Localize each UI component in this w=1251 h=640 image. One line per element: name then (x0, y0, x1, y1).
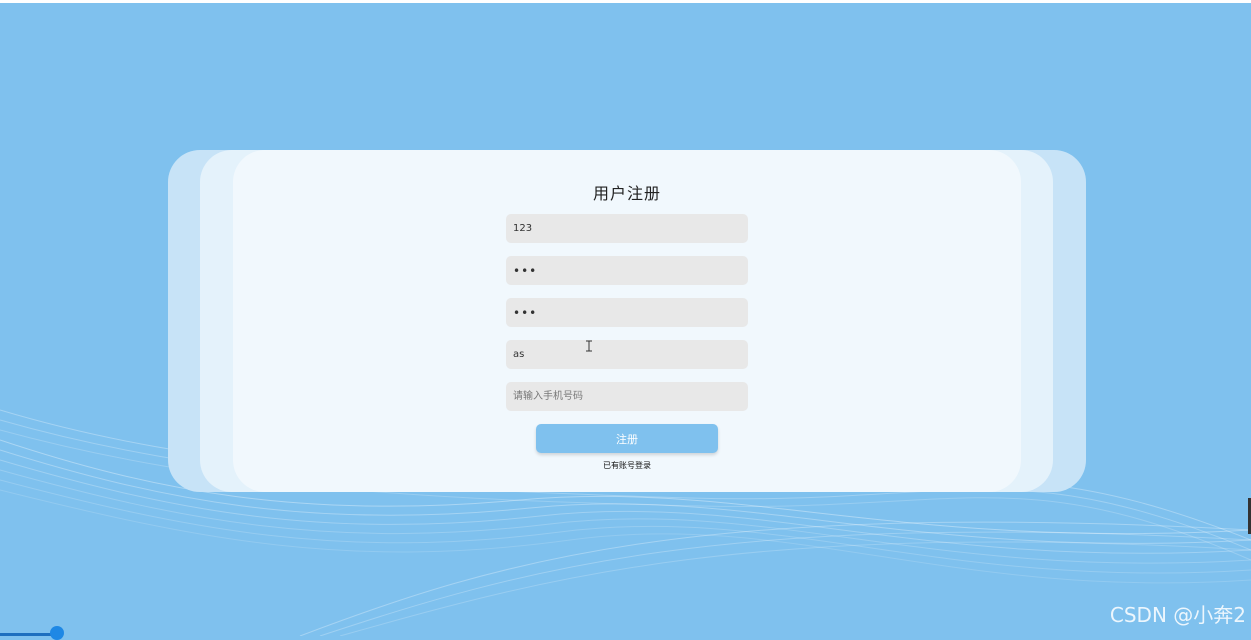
text-cursor-icon (586, 340, 592, 352)
progress-dot[interactable] (50, 626, 64, 640)
username-input[interactable] (506, 214, 748, 243)
register-button[interactable]: 注册 (536, 424, 718, 453)
phone-input[interactable] (506, 382, 748, 411)
top-strip (0, 0, 1251, 3)
login-link[interactable]: 已有账号登录 (0, 460, 1251, 471)
extra-input[interactable] (506, 340, 748, 369)
confirm-password-input[interactable] (506, 298, 748, 327)
watermark: CSDN @小奔2 (1109, 603, 1246, 627)
page-title: 用户注册 (592, 184, 661, 203)
password-input[interactable] (506, 256, 748, 285)
